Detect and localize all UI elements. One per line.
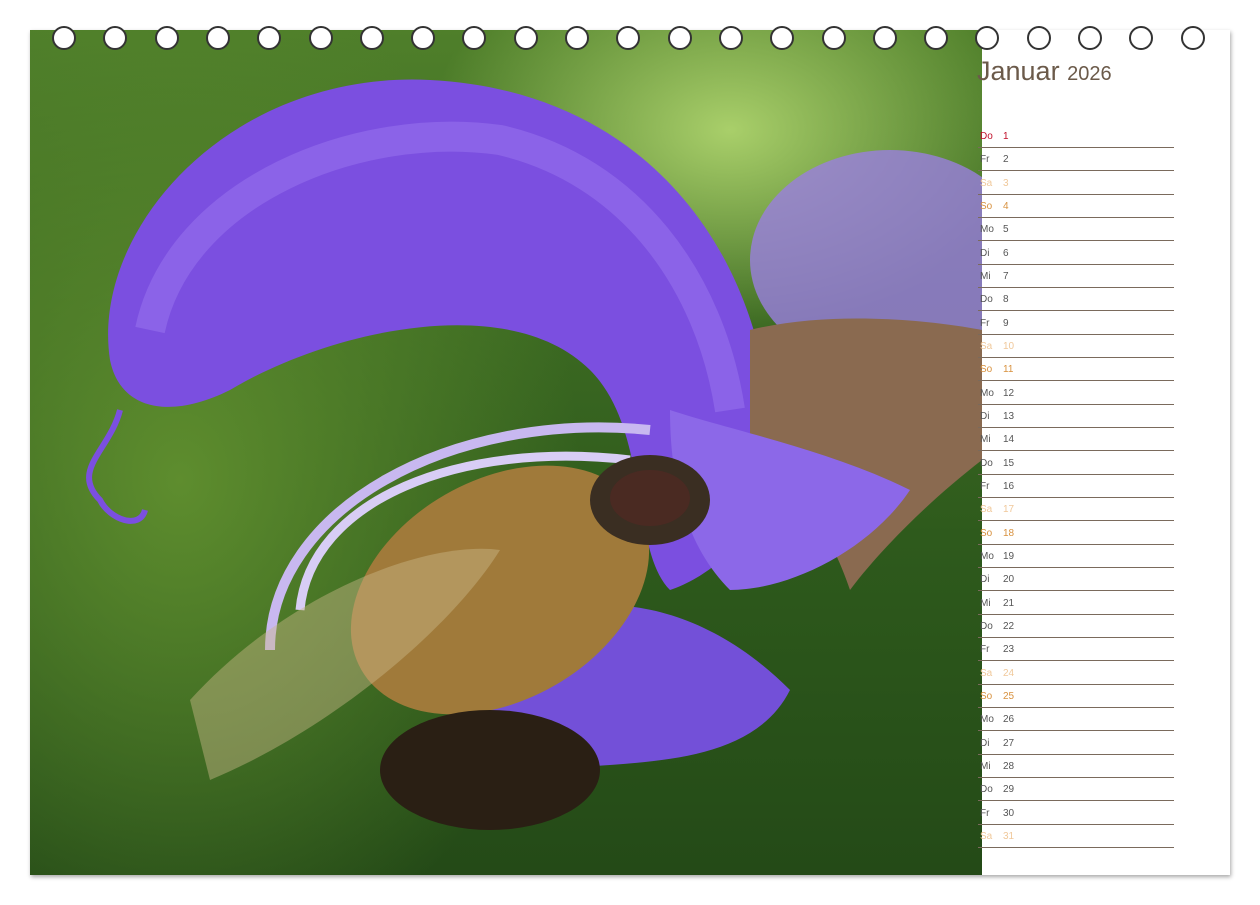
day-row: Sa 31 xyxy=(978,825,1174,848)
day-number: 26 xyxy=(1003,714,1014,725)
day-number: 17 xyxy=(1003,504,1014,515)
weekday: Do xyxy=(980,458,993,469)
day-number: 14 xyxy=(1003,434,1014,445)
day-number: 2 xyxy=(1003,154,1009,165)
day-number: 21 xyxy=(1003,598,1014,609)
day-row: Di 20 xyxy=(978,568,1174,591)
day-number: 28 xyxy=(1003,761,1014,772)
day-row: So 18 xyxy=(978,522,1174,545)
day-row: Mi 7 xyxy=(978,265,1174,288)
day-number: 1 xyxy=(1003,131,1009,142)
day-row: So 25 xyxy=(978,685,1174,708)
weekday: Mo xyxy=(980,551,994,562)
day-number: 22 xyxy=(1003,621,1014,632)
day-number: 3 xyxy=(1003,178,1009,189)
weekday: Sa xyxy=(980,668,992,679)
day-row: Fr 9 xyxy=(978,312,1174,335)
day-row: Sa 3 xyxy=(978,172,1174,195)
month-name: Januar xyxy=(977,56,1060,86)
day-number: 9 xyxy=(1003,318,1009,329)
day-row: Sa 24 xyxy=(978,662,1174,685)
day-number: 25 xyxy=(1003,691,1014,702)
day-row: Do 1 xyxy=(978,125,1174,148)
weekday: Mi xyxy=(980,598,991,609)
day-row: Do 29 xyxy=(978,778,1174,801)
day-row: Mo 26 xyxy=(978,708,1174,731)
day-row: Di 27 xyxy=(978,732,1174,755)
weekday: Di xyxy=(980,738,989,749)
day-row: Mo 19 xyxy=(978,545,1174,568)
bee-on-sage-flower-photo xyxy=(30,30,982,875)
day-row: Do 8 xyxy=(978,288,1174,311)
weekday: Do xyxy=(980,294,993,305)
weekday: Do xyxy=(980,784,993,795)
weekday: Sa xyxy=(980,831,992,842)
day-row: Mi 14 xyxy=(978,428,1174,451)
day-number: 23 xyxy=(1003,644,1014,655)
weekday: So xyxy=(980,201,992,212)
day-row: Sa 10 xyxy=(978,335,1174,358)
day-row: Sa 17 xyxy=(978,498,1174,521)
weekday: Fr xyxy=(980,318,989,329)
day-row: Fr 30 xyxy=(978,802,1174,825)
day-number: 7 xyxy=(1003,271,1009,282)
day-number: 29 xyxy=(1003,784,1014,795)
weekday: Fr xyxy=(980,481,989,492)
weekday: Mo xyxy=(980,714,994,725)
day-row: Do 22 xyxy=(978,615,1174,638)
day-number: 24 xyxy=(1003,668,1014,679)
day-number: 31 xyxy=(1003,831,1014,842)
weekday: Mo xyxy=(980,224,994,235)
weekday: Fr xyxy=(980,808,989,819)
weekday: Fr xyxy=(980,154,989,165)
day-number: 8 xyxy=(1003,294,1009,305)
day-number: 4 xyxy=(1003,201,1009,212)
weekday: Mi xyxy=(980,761,991,772)
day-number: 11 xyxy=(1003,364,1013,375)
day-row: Mo 5 xyxy=(978,218,1174,241)
weekday: Do xyxy=(980,131,993,142)
weekday: Mi xyxy=(980,434,991,445)
weekday: Di xyxy=(980,248,989,259)
day-row: Fr 16 xyxy=(978,475,1174,498)
day-row: Do 15 xyxy=(978,452,1174,475)
day-number: 5 xyxy=(1003,224,1009,235)
day-row: So 11 xyxy=(978,358,1174,381)
weekday: Do xyxy=(980,621,993,632)
day-number: 18 xyxy=(1003,528,1014,539)
day-number: 27 xyxy=(1003,738,1014,749)
day-row: Fr 23 xyxy=(978,638,1174,661)
day-number: 15 xyxy=(1003,458,1014,469)
weekday: Mi xyxy=(980,271,991,282)
day-row: Di 6 xyxy=(978,242,1174,265)
weekday: Di xyxy=(980,574,989,585)
weekday: Sa xyxy=(980,178,992,189)
day-row: Fr 2 xyxy=(978,148,1174,171)
day-row: Mi 28 xyxy=(978,755,1174,778)
weekday: Sa xyxy=(980,504,992,515)
day-number: 16 xyxy=(1003,481,1014,492)
day-row: Mo 12 xyxy=(978,382,1174,405)
day-number: 10 xyxy=(1003,341,1014,352)
weekday: Di xyxy=(980,411,989,422)
day-number: 6 xyxy=(1003,248,1009,259)
day-number: 30 xyxy=(1003,808,1014,819)
day-number: 19 xyxy=(1003,551,1014,562)
year: 2026 xyxy=(1067,63,1112,85)
weekday: Mo xyxy=(980,388,994,399)
day-number: 20 xyxy=(1003,574,1014,585)
month-title: Januar 2026 xyxy=(977,56,1112,87)
day-number: 13 xyxy=(1003,411,1014,422)
day-row: So 4 xyxy=(978,195,1174,218)
weekday: So xyxy=(980,528,992,539)
day-number: 12 xyxy=(1003,388,1014,399)
weekday: Fr xyxy=(980,644,989,655)
weekday: Sa xyxy=(980,341,992,352)
day-row: Di 13 xyxy=(978,405,1174,428)
day-row: Mi 21 xyxy=(978,592,1174,615)
weekday: So xyxy=(980,364,992,375)
weekday: So xyxy=(980,691,992,702)
